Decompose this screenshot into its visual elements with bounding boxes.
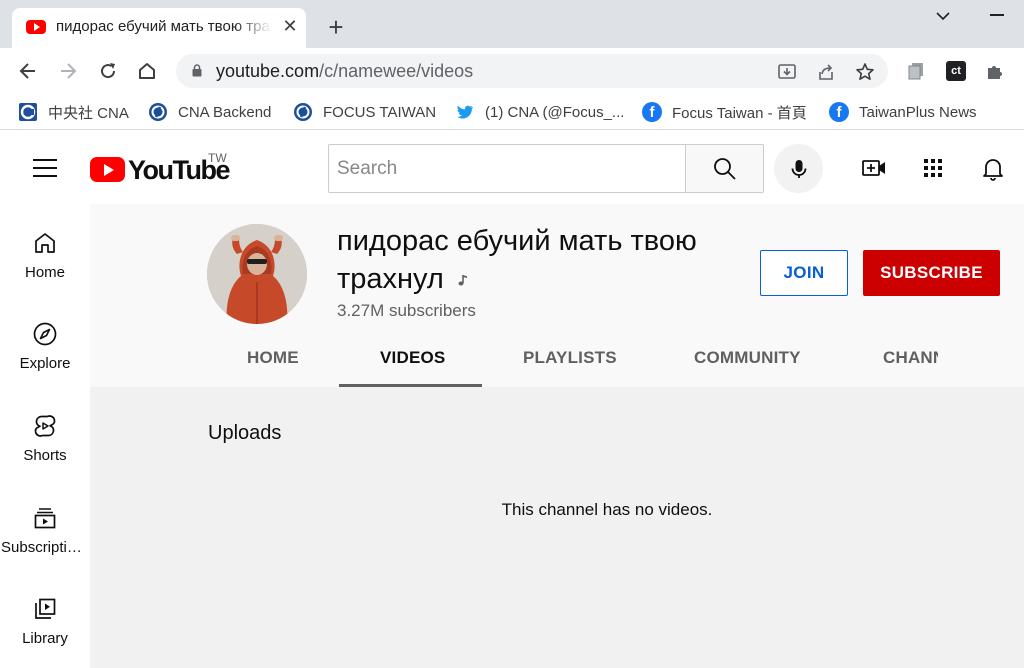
youtube-masthead: YouTube TW <box>0 131 1024 204</box>
bookmark-focus-taiwan-facebook[interactable]: f Focus Taiwan - 首頁 <box>642 100 807 124</box>
bookmark-label: (1) CNA (@Focus_... <box>485 103 625 121</box>
compass-icon <box>33 322 57 346</box>
reload-icon <box>101 63 116 79</box>
url-text: youtube.com/c/namewee/videos <box>216 61 473 82</box>
tab-close-icon[interactable]: ✕ <box>280 14 300 38</box>
bookmark-taiwanplus[interactable]: f TaiwanPlus News <box>829 100 977 124</box>
guide-item-library[interactable]: Library <box>0 596 90 668</box>
library-icon <box>35 598 56 619</box>
home-button[interactable] <box>132 56 162 86</box>
country-code: TW <box>208 151 227 165</box>
channel-name-text: пидорас ебучий мать твою трахнул <box>337 225 697 295</box>
extension-ct-badge: ct <box>946 61 966 81</box>
bookmark-star-icon[interactable] <box>854 61 876 83</box>
cna-circle-icon <box>293 102 313 122</box>
cna-logo-icon <box>18 102 38 122</box>
join-button[interactable]: JOIN <box>760 250 848 296</box>
youtube-play-icon <box>90 157 125 182</box>
back-arrow-icon <box>19 63 35 79</box>
forward-button[interactable] <box>53 56 83 86</box>
bookmark-label: CNA Backend <box>178 103 272 121</box>
new-tab-button[interactable]: + <box>320 12 352 44</box>
guide-item-subscriptions[interactable]: Subscriptions <box>0 505 90 585</box>
guide-label: Library <box>22 630 68 647</box>
search-icon <box>713 157 736 180</box>
uploads-heading: Uploads <box>208 422 282 444</box>
bookmarks-bar: 中央社 CNA CNA Backend FOCUS TAIWAN (1) CNA… <box>0 94 1024 130</box>
youtube-favicon-icon <box>26 20 46 34</box>
mini-guide: Home Explore Shorts Subscriptions Librar… <box>0 204 90 668</box>
url-host: youtube.com <box>216 61 320 81</box>
twitter-icon <box>455 102 475 122</box>
youtube-logo[interactable]: YouTube TW <box>90 151 230 185</box>
bookmark-label: Focus Taiwan - 首頁 <box>672 104 807 122</box>
reload-button[interactable] <box>93 56 123 86</box>
address-bar[interactable]: youtube.com/c/namewee/videos <box>176 54 888 88</box>
guide-label: Subscriptions <box>1 539 90 556</box>
empty-state-message: This channel has no videos. <box>501 500 713 519</box>
window-minimize-icon[interactable] <box>990 14 1004 16</box>
bookmark-focus-taiwan[interactable]: FOCUS TAIWAN <box>293 100 436 124</box>
bookmark-label: 中央社 CNA <box>48 104 129 122</box>
channel-tabs: HOME VIDEOS PLAYLISTS COMMUNITY CHANNELS <box>208 331 978 387</box>
guide-menu-icon[interactable] <box>33 159 57 177</box>
install-app-icon[interactable] <box>776 61 798 83</box>
guide-label: Shorts <box>23 447 67 464</box>
home-icon <box>35 233 55 253</box>
guide-item-explore[interactable]: Explore <box>0 321 90 401</box>
tab-videos[interactable]: VIDEOS <box>380 331 445 387</box>
cna-circle-icon <box>148 102 168 122</box>
back-button[interactable] <box>13 56 43 86</box>
guide-label: Home <box>24 264 65 281</box>
subscriptions-icon <box>34 508 56 529</box>
apps-grid-icon[interactable] <box>918 153 948 183</box>
channel-avatar[interactable] <box>207 224 307 324</box>
forward-arrow-icon <box>61 63 77 79</box>
bookmark-cna-twitter[interactable]: (1) CNA (@Focus_... <box>455 100 624 124</box>
browser-tab-strip: пидорас ебучий мать твою трахнул - YouTu… <box>0 0 1024 48</box>
extensions-puzzle-icon[interactable] <box>980 56 1010 86</box>
subscriber-count: 3.27M subscribers <box>337 301 476 320</box>
browser-toolbar: youtube.com/c/namewee/videos ct <box>0 48 1024 94</box>
avatar-image <box>207 224 307 324</box>
bookmark-cna-backend[interactable]: CNA Backend <box>148 100 271 124</box>
url-path: /c/namewee/videos <box>319 61 474 81</box>
guide-item-shorts[interactable]: Shorts <box>0 413 90 493</box>
tab-channels[interactable]: CHANNELS <box>883 331 938 387</box>
bookmark-label: TaiwanPlus News <box>859 103 977 121</box>
tab-search-chevron-icon[interactable] <box>930 6 956 26</box>
tab-home[interactable]: HOME <box>247 331 299 387</box>
guide-item-home[interactable]: Home <box>0 230 90 310</box>
voice-search-button[interactable] <box>774 144 823 193</box>
extension-copy-icon[interactable] <box>901 56 931 86</box>
guide-label: Explore <box>19 355 71 372</box>
bookmark-cna[interactable]: 中央社 CNA <box>18 100 129 124</box>
tab-title: пидорас ебучий мать твою трахнул - YouTu… <box>56 18 272 35</box>
facebook-icon: f <box>829 102 849 122</box>
home-outline-icon <box>139 63 155 79</box>
shorts-icon <box>34 415 56 437</box>
lock-icon[interactable] <box>192 64 202 77</box>
share-icon[interactable] <box>815 61 837 83</box>
create-video-icon[interactable] <box>859 153 889 183</box>
channel-name: пидорас ебучий мать твою трахнул <box>337 222 747 298</box>
tab-playlists[interactable]: PLAYLISTS <box>523 331 617 387</box>
tab-community[interactable]: COMMUNITY <box>694 331 801 387</box>
browser-tab[interactable]: пидорас ебучий мать твою трахнул - YouTu… <box>12 8 306 48</box>
bookmark-label: FOCUS TAIWAN <box>323 103 437 121</box>
search-input[interactable] <box>329 145 685 192</box>
search-box <box>328 144 685 193</box>
microphone-icon <box>791 159 806 178</box>
subscribe-button[interactable]: SUBSCRIBE <box>863 250 1000 296</box>
channel-content: Uploads This channel has no videos. <box>90 387 1024 668</box>
extension-ct-icon[interactable]: ct <box>941 56 971 86</box>
music-note-icon <box>458 275 467 286</box>
channel-tabs-viewport: HOME VIDEOS PLAYLISTS COMMUNITY CHANNELS <box>208 331 938 387</box>
search-button[interactable] <box>685 144 764 193</box>
channel-header: пидорас ебучий мать твою трахнул 3.27M s… <box>90 204 1024 387</box>
notifications-bell-icon[interactable] <box>978 153 1008 183</box>
facebook-icon: f <box>642 102 662 122</box>
